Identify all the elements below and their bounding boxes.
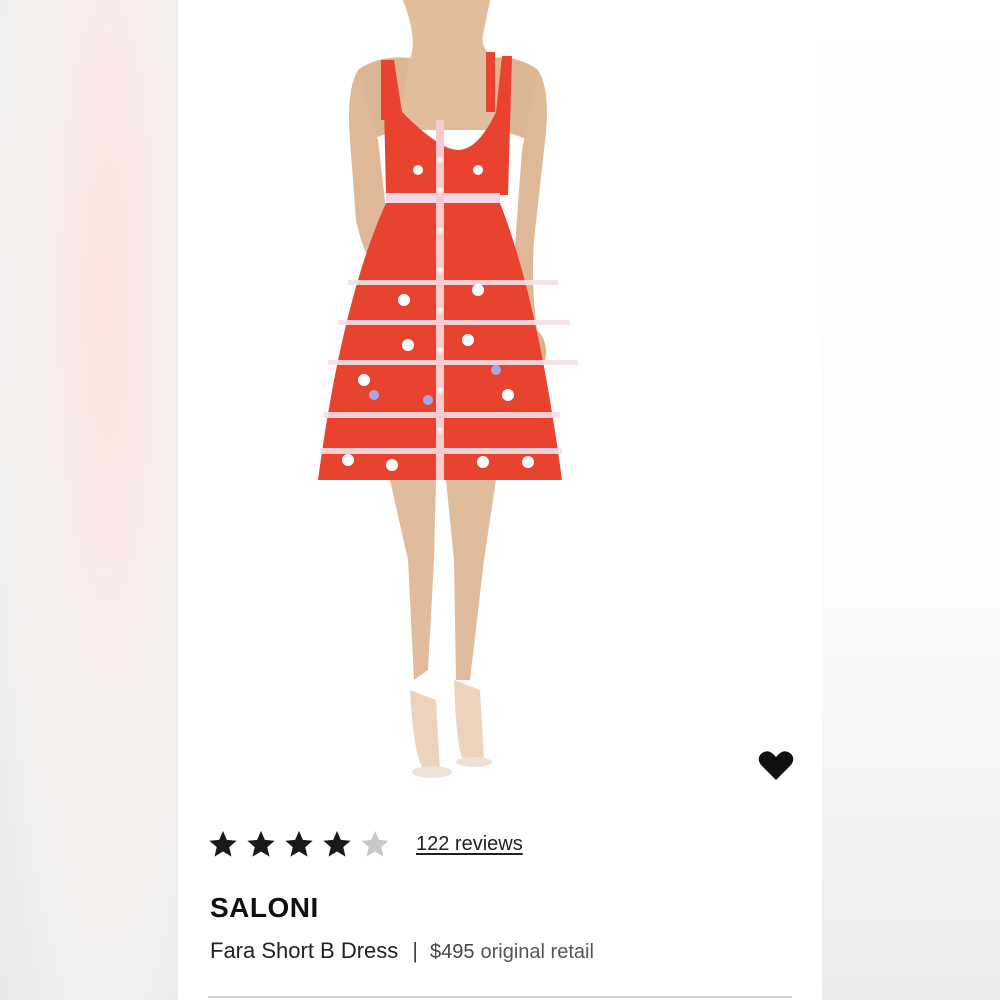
favorite-heart-icon[interactable] <box>758 750 794 782</box>
product-price: $495 <box>430 941 475 963</box>
reviews-link[interactable]: 122 reviews <box>416 833 523 856</box>
product-info-line: Fara Short B Dress | $495 original retai… <box>210 938 594 964</box>
separator: | <box>412 938 418 963</box>
product-card: 122 reviews SALONI Fara Short B Dress | … <box>178 0 822 1000</box>
background-left <box>0 0 178 1000</box>
product-photo <box>178 0 822 790</box>
rating-row: 122 reviews <box>208 826 523 862</box>
background-right <box>822 0 1000 1000</box>
star-icon-empty <box>361 830 389 857</box>
divider <box>208 996 792 998</box>
product-name: Fara Short B Dress <box>210 938 399 963</box>
star-icon-filled <box>247 830 275 857</box>
price-note: original retail <box>480 941 594 963</box>
star-icon-filled <box>209 830 237 857</box>
brand-name[interactable]: SALONI <box>210 892 319 924</box>
star-icon-filled <box>285 830 313 857</box>
star-icon-filled <box>323 830 351 857</box>
